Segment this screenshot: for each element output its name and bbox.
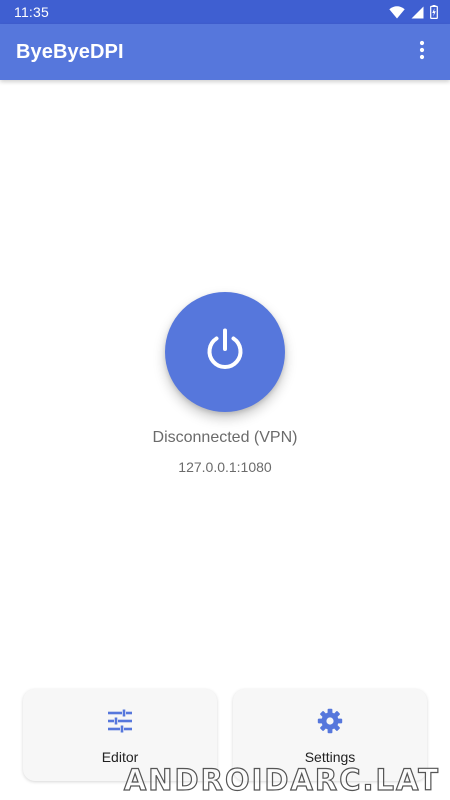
connection-status: Disconnected (VPN) — [152, 429, 298, 446]
overflow-menu-button[interactable] — [402, 32, 442, 72]
settings-label: Settings — [304, 749, 356, 765]
connect-toggle-button[interactable] — [165, 292, 285, 412]
more-vert-icon — [419, 40, 425, 65]
editor-label: Editor — [101, 749, 139, 765]
settings-button[interactable]: Settings — [233, 689, 427, 781]
app-bar: ByeByeDPI — [0, 24, 450, 80]
status-time: 11:35 — [14, 4, 49, 20]
status-bar: 11:35 — [0, 0, 450, 24]
editor-button[interactable]: Editor — [23, 689, 217, 781]
screen: 11:35 ByeByeDPI Disconnected (VPN) 127.0… — [0, 0, 450, 800]
power-icon — [202, 327, 248, 378]
proxy-address: 127.0.0.1:1080 — [178, 459, 272, 475]
battery-icon — [430, 5, 438, 19]
app-title: ByeByeDPI — [16, 40, 124, 63]
status-icons — [389, 5, 438, 19]
signal-icon — [411, 6, 424, 19]
gear-icon — [317, 707, 343, 735]
tune-sliders-icon — [107, 707, 133, 735]
wifi-icon — [389, 5, 405, 19]
